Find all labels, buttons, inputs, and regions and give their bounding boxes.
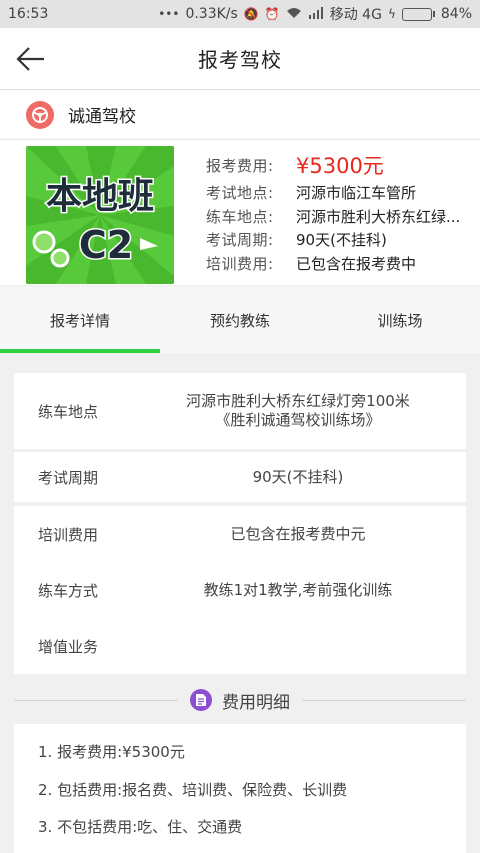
status-time: 16:53 <box>8 6 49 22</box>
network-speed: 0.33K/s <box>185 6 238 22</box>
summary-label: 考试周期: <box>206 231 274 249</box>
detail-label: 练车地点 <box>38 402 99 421</box>
carrier-label: 移动 4G <box>329 7 382 23</box>
summary-value: 90天(不挂科) <box>296 231 387 249</box>
summary-field-practice-location: 练车地点: 河源市胜利大桥东红绿... <box>206 206 460 230</box>
tab-bar: 报考详情 预约教练 训练场 <box>0 287 480 353</box>
detail-label: 增值业务 <box>38 637 99 656</box>
detail-label: 培训费用 <box>38 525 99 544</box>
detail-row-practice-location: 练车地点 河源市胜利大桥东红绿灯旁100米 《胜利诚通驾校训练场》 <box>14 373 466 449</box>
summary-value: ¥5300元 <box>296 154 384 178</box>
school-name: 诚通驾校 <box>68 107 136 127</box>
document-icon <box>190 689 212 711</box>
mute-icon: 🔕 <box>243 7 259 21</box>
page-title: 报考驾校 <box>198 48 282 72</box>
summary-label: 练车地点: <box>206 207 274 226</box>
detail-row-exam-period: 考试周期 90天(不挂科) <box>14 452 466 502</box>
wifi-icon <box>286 7 302 22</box>
fee-item: 1. 报考费用:¥5300元 <box>38 743 185 761</box>
summary-value: 河源市胜利大桥东红绿... <box>296 207 461 226</box>
school-header: 诚通驾校 <box>0 90 480 140</box>
app-bar: 报考驾校 <box>0 28 480 90</box>
detail-label: 考试周期 <box>38 468 99 487</box>
school-summary-card: 本地班 C2 报考费用: ¥5300元 考试地点: 河源市临江车管所 练车地点:… <box>0 140 480 285</box>
fee-section-header: 费用明细 <box>14 685 466 715</box>
thumbnail-text-top: 本地班 <box>46 176 154 217</box>
battery-percent: 84% <box>440 6 472 22</box>
summary-label: 报考费用: <box>206 157 274 175</box>
divider <box>302 699 466 701</box>
battery-icon <box>401 7 435 21</box>
summary-value: 河源市临江车管所 <box>296 184 417 202</box>
summary-field-exam-location: 考试地点: 河源市临江车管所 <box>206 182 460 206</box>
divider <box>14 699 178 701</box>
steering-wheel-icon <box>26 100 54 129</box>
summary-label: 培训费用: <box>206 254 274 273</box>
summary-field-training-fee: 培训费用: 已包含在报考费中 <box>206 253 460 277</box>
summary-value: 已包含在报考费中 <box>296 254 417 273</box>
charging-icon: ϟ <box>387 7 396 21</box>
status-bar: 16:53 ••• 0.33K/s 🔕 ⏰ 移动 4G ϟ 84% <box>0 0 480 28</box>
detail-value: 90天(不挂科) <box>252 467 344 486</box>
summary-fields: 报考费用: ¥5300元 考试地点: 河源市临江车管所 练车地点: 河源市胜利大… <box>206 146 460 285</box>
tab-book-coach[interactable]: 预约教练 <box>160 287 320 353</box>
detail-value-line: 河源市胜利大桥东红绿灯旁100米 <box>186 392 410 410</box>
signal-icon <box>308 6 324 22</box>
back-arrow-icon[interactable] <box>16 45 46 73</box>
detail-value: 河源市胜利大桥东红绿灯旁100米 《胜利诚通驾校训练场》 <box>144 392 466 430</box>
class-thumbnail: 本地班 C2 <box>26 146 174 284</box>
detail-label: 练车方式 <box>38 581 99 600</box>
tab-enrollment-details[interactable]: 报考详情 <box>0 287 160 353</box>
detail-value: 教练1对1教学,考前强化训练 <box>203 580 393 599</box>
detail-value: 已包含在报考费中元 <box>230 524 366 543</box>
fee-details-list: 1. 报考费用:¥5300元 2. 包括费用:报名费、培训费、保险费、长训费 3… <box>14 724 466 853</box>
detail-row-practice-method: 练车方式 教练1对1教学,考前强化训练 <box>14 562 466 618</box>
fee-item: 3. 不包括费用:吃、住、交通费 <box>38 818 243 836</box>
summary-label: 考试地点: <box>206 184 274 202</box>
fee-item: 2. 包括费用:报名费、培训费、保险费、长训费 <box>38 780 348 799</box>
tab-training-ground[interactable]: 训练场 <box>320 287 480 353</box>
notification-dots-icon: ••• <box>158 7 180 21</box>
summary-field-exam-period: 考试周期: 90天(不挂科) <box>206 229 460 253</box>
alarm-icon: ⏰ <box>264 7 280 21</box>
detail-row-training-fee: 培训费用 已包含在报考费中元 <box>14 506 466 562</box>
detail-value-line: 《胜利诚通驾校训练场》 <box>215 411 381 429</box>
fee-section-title: 费用明细 <box>222 692 290 713</box>
detail-row-value-added: 增值业务 <box>14 618 466 674</box>
thumbnail-text-bottom: C2 <box>79 223 133 267</box>
summary-field-price: 报考费用: ¥5300元 <box>206 150 460 182</box>
